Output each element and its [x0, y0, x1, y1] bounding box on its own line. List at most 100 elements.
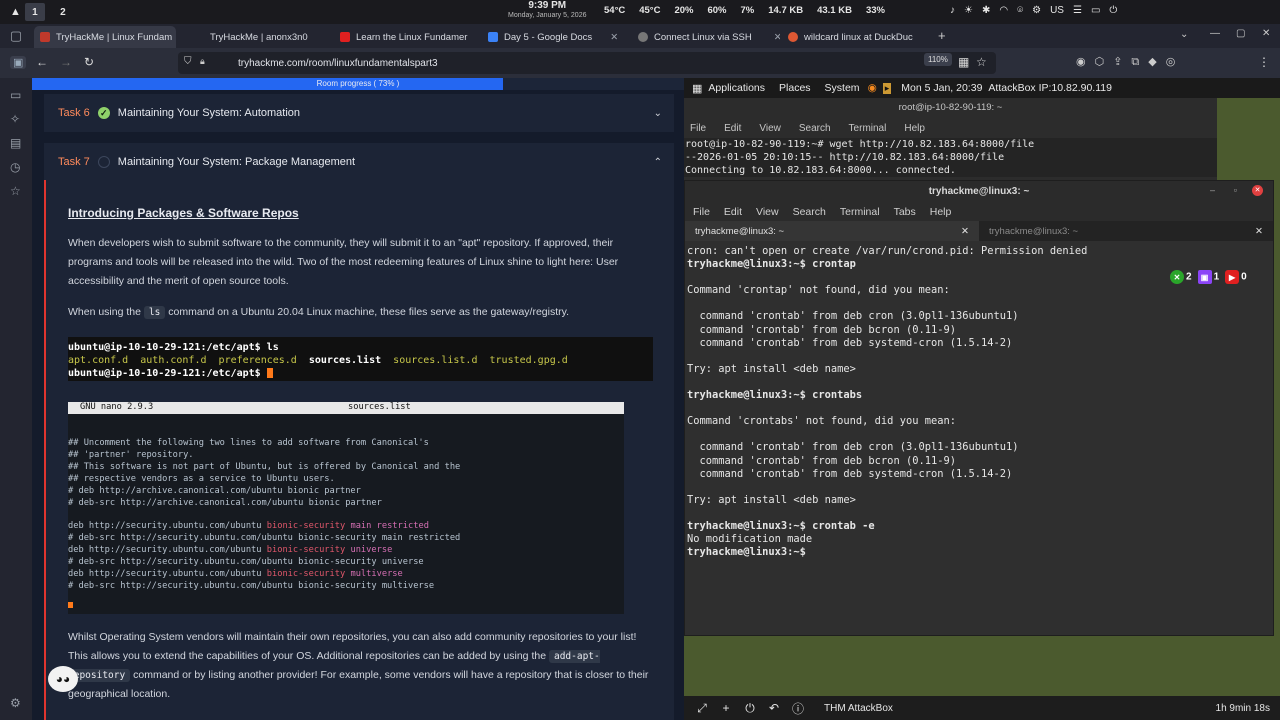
sidebar-panel-icon[interactable]: ▣: [10, 56, 27, 69]
star-icon[interactable]: ✧: [10, 112, 20, 126]
lock-icon[interactable]: 🔒︎: [200, 56, 205, 67]
volume-icon[interactable]: ♪: [950, 5, 955, 16]
forward-icon[interactable]: →: [60, 55, 72, 69]
terminal-tab-1[interactable]: tryhackme@linux3: ~ ✕: [685, 221, 979, 241]
tab-tryhackme-linux[interactable]: TryHackMe | Linux Fundam✕: [34, 26, 176, 48]
location-icon[interactable]: ⌾: [1017, 5, 1023, 16]
chevron-down-icon[interactable]: ⌄: [654, 108, 662, 119]
menu-view[interactable]: View: [759, 123, 781, 134]
history-icon[interactable]: ◷: [10, 160, 20, 174]
menu-icon[interactable]: ⋮: [1258, 55, 1270, 69]
terminal-output[interactable]: root@ip-10-82-90-119:~# wget http://10.8…: [684, 138, 1217, 177]
minimize-icon[interactable]: —: [1210, 28, 1220, 39]
terminal-line: tryhackme@linux3:~$ crontab -e: [687, 519, 875, 532]
shield-icon[interactable]: ⛉: [184, 56, 192, 67]
tryhackme-favicon: [40, 32, 50, 42]
menu-file[interactable]: File: [690, 123, 706, 134]
launcher-icon[interactable]: ▲: [10, 6, 21, 18]
youtube-icon: ▶: [1225, 270, 1240, 284]
window-close-icon[interactable]: ✕: [1262, 28, 1270, 39]
close-icon[interactable]: ✕: [610, 32, 618, 43]
menu-search[interactable]: Search: [793, 206, 826, 218]
nano-repo-lines: deb http://security.ubuntu.com/ubuntu bi…: [68, 521, 624, 592]
tab-list-chevron-icon[interactable]: ⌄: [1180, 29, 1188, 40]
maximize-icon[interactable]: ▢: [1236, 28, 1245, 39]
wifi-icon[interactable]: ◠: [999, 5, 1008, 16]
menu-system[interactable]: System: [825, 82, 860, 94]
sidebar-toggle-icon[interactable]: ▢: [0, 28, 32, 44]
settings-icon[interactable]: ⚙: [1032, 5, 1041, 16]
keyboard-layout[interactable]: US: [1050, 5, 1064, 16]
tryhackme-terminal-window[interactable]: tryhackme@linux3: ~ – ▫ ✕ File Edit View…: [684, 180, 1274, 636]
undo-icon[interactable]: ↶: [762, 701, 786, 715]
menu-edit[interactable]: Edit: [724, 206, 742, 218]
firefox-icon[interactable]: ◉: [868, 82, 877, 94]
workspace-1[interactable]: 1: [24, 3, 45, 21]
menu-view[interactable]: View: [756, 206, 779, 218]
terminal-line: command 'crontab' from deb cron (3.0pl1-…: [687, 441, 1019, 454]
minimize-icon[interactable]: –: [1210, 185, 1215, 195]
close-icon[interactable]: ✕: [1255, 226, 1263, 237]
menu-help[interactable]: Help: [930, 206, 952, 218]
terminal-launch-icon[interactable]: ▸: [882, 82, 892, 94]
notifications-icon[interactable]: ☰: [1073, 5, 1082, 16]
menu-file[interactable]: File: [693, 206, 710, 218]
power-icon[interactable]: ⏻: [738, 701, 762, 716]
power-icon[interactable]: ⏻: [1109, 5, 1117, 16]
apps-grid-icon[interactable]: ▦: [692, 82, 702, 95]
fullscreen-icon[interactable]: ⤢: [690, 701, 714, 716]
text: When using the: [68, 306, 144, 318]
bookmark-star-icon[interactable]: ☆: [976, 55, 987, 69]
menu-places[interactable]: Places: [779, 82, 811, 94]
tab-label: wildcard linux at DuckDuc: [804, 31, 913, 43]
terminal-files: apt.conf.d auth.conf.d preferences.d sou…: [68, 354, 653, 367]
maximize-icon[interactable]: ▫: [1234, 185, 1237, 195]
assistant-mascot-icon[interactable]: ◕◕: [48, 666, 78, 692]
bookmarks-icon[interactable]: ☆: [10, 184, 21, 198]
close-icon[interactable]: ✕: [1252, 185, 1263, 196]
address-bar[interactable]: ⛉ 🔒︎ tryhackme.com/room/linuxfundamental…: [178, 52, 996, 74]
bluetooth-icon[interactable]: ✱: [982, 5, 990, 16]
zoom-level[interactable]: 110%: [924, 53, 952, 66]
menu-edit[interactable]: Edit: [724, 123, 741, 134]
battery-icon[interactable]: ▭: [1091, 5, 1100, 16]
workspace-2[interactable]: 2: [53, 3, 73, 21]
nano-filename: sources.list: [348, 402, 411, 412]
root-terminal-window[interactable]: root@ip-10-82-90-119: ~ File Edit View S…: [684, 98, 1217, 188]
tab-duckduckgo[interactable]: wildcard linux at DuckDuc: [782, 26, 932, 48]
menu-terminal[interactable]: Terminal: [840, 206, 880, 218]
nano-screenshot: GNU nano 2.9.3 sources.list ## Uncomment…: [68, 402, 624, 614]
tab-tryhackme-profile[interactable]: TryHackMe | anonx3n0✕: [184, 26, 324, 48]
tab-learn-linux[interactable]: Learn the Linux Fundamer: [334, 26, 476, 48]
back-icon[interactable]: ←: [36, 55, 48, 69]
menu-applications[interactable]: Applications: [708, 82, 765, 94]
close-icon[interactable]: ✕: [961, 226, 969, 237]
settings-icon[interactable]: ⚙: [10, 696, 21, 710]
tab-strip-icon[interactable]: ▭: [10, 88, 21, 102]
menu-help[interactable]: Help: [904, 123, 925, 134]
menu-tabs[interactable]: Tabs: [894, 206, 916, 218]
extensions-grid-icon[interactable]: ▦: [958, 55, 969, 69]
terminal-line: Command 'crontabs' not found, did you me…: [687, 415, 956, 428]
terminal-tab-2[interactable]: tryhackme@linux3: ~ ✕: [979, 221, 1273, 241]
tab-google-docs[interactable]: Day 5 - Google Docs ✕: [482, 26, 630, 48]
terminal-line: --2026-01-05 20:10:15-- http://10.82.183…: [685, 152, 1005, 163]
new-tab-icon[interactable]: +: [938, 28, 946, 43]
terminal-output[interactable]: cron: can't open or create /var/run/cron…: [685, 241, 1273, 635]
brightness-icon[interactable]: ☀: [964, 5, 973, 16]
clock[interactable]: 9:39 PM Monday, January 5, 2026: [508, 1, 586, 21]
info-icon[interactable]: ⓘ: [786, 700, 810, 717]
task-6-header[interactable]: Task 6 ✓ Maintaining Your System: Automa…: [44, 94, 674, 132]
chevron-up-icon[interactable]: ⌃: [654, 157, 662, 168]
extension-icons[interactable]: ◉⬡⇪⧉◆◎: [1076, 55, 1184, 69]
menu-terminal[interactable]: Terminal: [849, 123, 887, 134]
task-7-header[interactable]: Task 7 Maintaining Your System: Package …: [44, 143, 674, 181]
reading-list-icon[interactable]: ▤: [10, 136, 21, 150]
tab-connect-ssh[interactable]: Connect Linux via SSH ✕: [632, 26, 780, 48]
nano-comment-line: ## 'partner' repository.: [68, 449, 194, 460]
close-icon[interactable]: ✕: [774, 32, 780, 43]
menu-search[interactable]: Search: [799, 123, 831, 134]
reload-icon[interactable]: ↻: [84, 55, 94, 69]
add-icon[interactable]: +: [714, 701, 738, 715]
